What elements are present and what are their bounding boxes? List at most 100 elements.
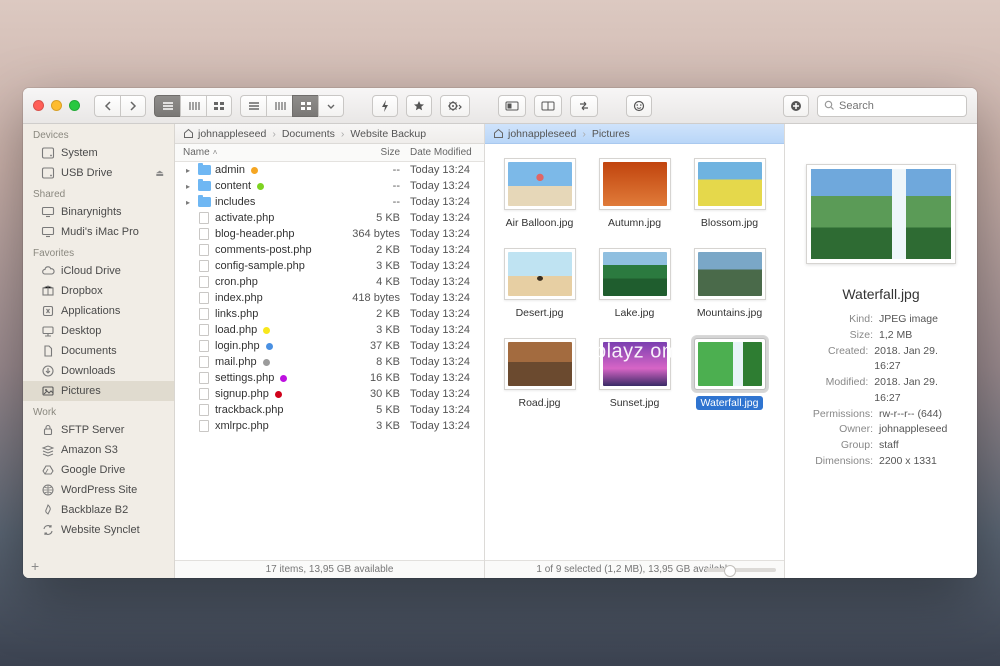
file-row[interactable]: login.php37 KBToday 13:24 (175, 338, 484, 354)
sidebar-item-desktop[interactable]: Desktop (23, 321, 174, 341)
file-row[interactable]: ▸includes--Today 13:24 (175, 194, 484, 210)
file-row[interactable]: ▸admin--Today 13:24 (175, 162, 484, 178)
file-size: -- (342, 180, 406, 192)
thumbnail-label: Mountains.jpg (692, 306, 767, 320)
add-location-button[interactable]: + (31, 558, 39, 574)
search-input[interactable] (839, 100, 960, 112)
sidebar-item-label: Desktop (61, 325, 101, 337)
forward-button[interactable] (120, 95, 146, 117)
sidebar-item-wp[interactable]: WordPress Site (23, 480, 174, 500)
eject-icon[interactable]: ⏏ (155, 168, 164, 179)
disclosure-triangle-icon[interactable]: ▸ (183, 182, 193, 191)
left-breadcrumb[interactable]: johnappleseed›Documents›Website Backup (175, 124, 484, 144)
file-list[interactable]: ▸admin--Today 13:24▸content--Today 13:24… (175, 162, 484, 560)
favorite-button[interactable] (406, 95, 432, 117)
grid-item[interactable]: Lake.jpg (590, 248, 679, 320)
file-row[interactable]: settings.php16 KBToday 13:24 (175, 370, 484, 386)
view-gallery-button[interactable] (292, 95, 318, 117)
disclosure-triangle-icon[interactable]: ▸ (183, 198, 193, 207)
left-pane: johnappleseed›Documents›Website Backup N… (175, 124, 485, 578)
grid-item[interactable]: Sunset.jpg (590, 338, 679, 410)
file-row[interactable]: signup.php30 KBToday 13:24 (175, 386, 484, 402)
view-icons-button[interactable] (206, 95, 232, 117)
grid-item[interactable]: Desert.jpg (495, 248, 584, 320)
breadcrumb-item[interactable]: Pictures (592, 128, 630, 140)
file-date: Today 13:24 (406, 340, 484, 352)
file-size: -- (342, 164, 406, 176)
grid-item[interactable]: Waterfall.jpg (685, 338, 774, 410)
preview-toggle-button[interactable] (498, 95, 526, 117)
file-row[interactable]: load.php3 KBToday 13:24 (175, 322, 484, 338)
sidebar-item-pictures[interactable]: Pictures (23, 381, 174, 401)
breadcrumb-item[interactable]: Website Backup (350, 128, 426, 140)
meta-row: Created:2018. Jan 29. 16:27 (801, 344, 961, 376)
grid-item[interactable]: Blossom.jpg (685, 158, 774, 230)
display-icon (41, 225, 55, 239)
sidebar-item-icloud[interactable]: iCloud Drive (23, 261, 174, 281)
zoom-window-button[interactable] (69, 100, 80, 111)
sidebar-item-sftp[interactable]: SFTP Server (23, 420, 174, 440)
display-icon (41, 205, 55, 219)
file-row[interactable]: ▸content--Today 13:24 (175, 178, 484, 194)
close-window-button[interactable] (33, 100, 44, 111)
col-name-header[interactable]: Name ˄ (175, 147, 342, 158)
grid-item[interactable]: Autumn.jpg (590, 158, 679, 230)
file-name: login.php (215, 340, 260, 352)
file-row[interactable]: config-sample.php3 KBToday 13:24 (175, 258, 484, 274)
file-row[interactable]: links.php2 KBToday 13:24 (175, 306, 484, 322)
quick-action-button[interactable] (372, 95, 398, 117)
file-row[interactable]: cron.php4 KBToday 13:24 (175, 274, 484, 290)
view-list2-button[interactable] (240, 95, 266, 117)
view-list-button[interactable] (154, 95, 180, 117)
new-item-button[interactable] (783, 95, 809, 117)
sidebar-item-synclet[interactable]: Website Synclet (23, 520, 174, 540)
col-date-header[interactable]: Date Modified (406, 147, 484, 158)
file-name: xmlrpc.php (215, 420, 269, 432)
sidebar-item-binarynights[interactable]: Binarynights (23, 202, 174, 222)
minimize-window-button[interactable] (51, 100, 62, 111)
sidebar-item-system[interactable]: System (23, 143, 174, 163)
file-name: signup.php (215, 388, 269, 400)
sidebar-item-s3[interactable]: Amazon S3 (23, 440, 174, 460)
dual-pane-button[interactable] (534, 95, 562, 117)
file-row[interactable]: xmlrpc.php3 KBToday 13:24 (175, 418, 484, 434)
file-name: settings.php (215, 372, 274, 384)
sidebar-item-usb[interactable]: USB Drive⏏ (23, 163, 174, 183)
desktop-icon (41, 324, 55, 338)
view-columns2-button[interactable] (266, 95, 292, 117)
col-size-header[interactable]: Size (342, 147, 406, 158)
icon-grid[interactable]: Air Balloon.jpgAutumn.jpg Blossom.jpg Dese… (485, 144, 784, 560)
sidebar-item-apps[interactable]: Applications (23, 301, 174, 321)
sidebar-item-gdrive[interactable]: Google Drive (23, 460, 174, 480)
back-button[interactable] (94, 95, 120, 117)
file-row[interactable]: trackback.php5 KBToday 13:24 (175, 402, 484, 418)
file-row[interactable]: mail.php8 KBToday 13:24 (175, 354, 484, 370)
mid-breadcrumb[interactable]: johnappleseed›Pictures (485, 124, 784, 144)
tags-button[interactable] (626, 95, 652, 117)
sidebar-item-downloads[interactable]: Downloads (23, 361, 174, 381)
grid-item[interactable]: Mountains.jpg (685, 248, 774, 320)
file-row[interactable]: index.php418 bytesToday 13:24 (175, 290, 484, 306)
breadcrumb-item[interactable]: johnappleseed (198, 128, 266, 140)
file-row[interactable]: comments-post.php2 KBToday 13:24 (175, 242, 484, 258)
view-dropdown-button[interactable] (318, 95, 344, 117)
breadcrumb-item[interactable]: Documents (282, 128, 335, 140)
sidebar-item-dropbox[interactable]: Dropbox (23, 281, 174, 301)
search-field[interactable] (817, 95, 967, 117)
sidebar-item-label: SFTP Server (61, 424, 124, 436)
grid-item[interactable]: Air Balloon.jpg (495, 158, 584, 230)
view-columns-button[interactable] (180, 95, 206, 117)
file-row[interactable]: blog-header.php364 bytesToday 13:24 (175, 226, 484, 242)
file-size: 8 KB (342, 356, 406, 368)
thumbnail-label: Blossom.jpg (696, 216, 763, 230)
disclosure-triangle-icon[interactable]: ▸ (183, 166, 193, 175)
breadcrumb-item[interactable]: johnappleseed (508, 128, 576, 140)
file-row[interactable]: activate.php5 KBToday 13:24 (175, 210, 484, 226)
sidebar-item-mudi-imac[interactable]: Mudi's iMac Pro (23, 222, 174, 242)
sidebar-item-documents[interactable]: Documents (23, 341, 174, 361)
sidebar-item-backblaze[interactable]: Backblaze B2 (23, 500, 174, 520)
grid-item[interactable]: Road.jpg (495, 338, 584, 410)
sync-panes-button[interactable] (570, 95, 598, 117)
icon-size-slider[interactable] (706, 568, 776, 572)
actions-menu-button[interactable] (440, 95, 470, 117)
